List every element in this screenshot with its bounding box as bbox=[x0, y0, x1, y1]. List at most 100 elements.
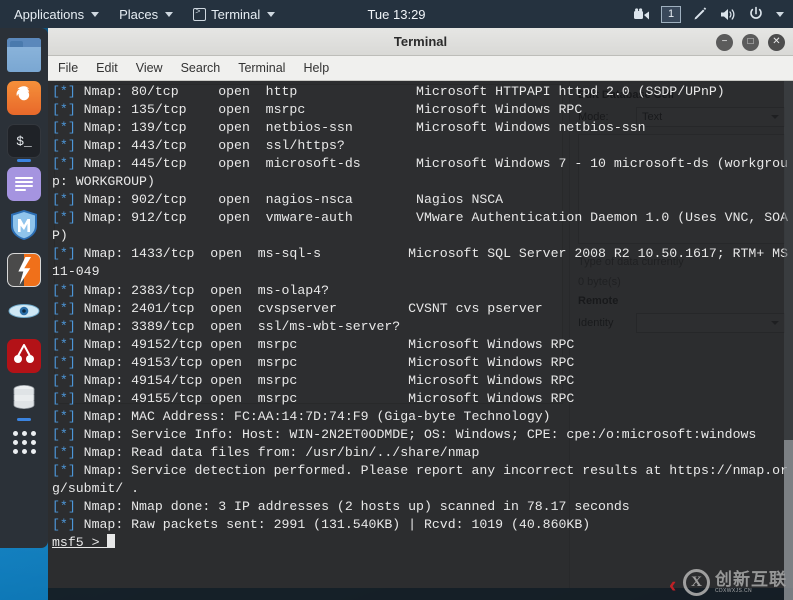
terminal-line: [*] Nmap: 443/tcp open ssl/https? bbox=[52, 137, 793, 155]
terminal-line-text: Nmap: Read data files from: /usr/bin/../… bbox=[75, 444, 480, 460]
terminal-line-tag: [*] bbox=[52, 408, 76, 424]
caret-down-icon bbox=[91, 11, 100, 17]
caret-down-icon bbox=[165, 11, 174, 17]
terminal-menu-bar: File Edit View Search Terminal Help bbox=[48, 56, 793, 81]
volume-icon[interactable] bbox=[715, 0, 741, 28]
workspace-indicator[interactable]: 1 bbox=[661, 5, 681, 23]
menu-file[interactable]: File bbox=[58, 61, 78, 75]
terminal-line: [*] Nmap: Nmap done: 3 IP addresses (2 h… bbox=[52, 498, 793, 516]
terminal-line: [*] Nmap: 49155/tcp open msrpc Microsoft… bbox=[52, 390, 793, 408]
menu-view[interactable]: View bbox=[136, 61, 163, 75]
terminal-line-tag: [*] bbox=[52, 282, 76, 298]
terminal-line-text: Nmap: 139/tcp open netbios-ssn Microsoft… bbox=[75, 120, 646, 136]
dock-item-firefox[interactable] bbox=[7, 81, 41, 115]
watermark-text: 创新互联 CDXWXJS.CN bbox=[715, 571, 787, 594]
terminal-line-text: Nmap: 3389/tcp open ssl/ms-wbt-server? bbox=[75, 318, 401, 334]
terminal-line-text: Nmap: 445/tcp open microsoft-ds Microsof… bbox=[52, 156, 788, 190]
terminal-line: [*] Nmap: Raw packets sent: 2991 (131.54… bbox=[52, 516, 793, 534]
terminal-line-text: Nmap: Service detection performed. Pleas… bbox=[52, 462, 788, 497]
document-lines-icon bbox=[15, 175, 33, 193]
terminal-line-tag: [*] bbox=[52, 444, 76, 460]
terminal-line-tag: [*] bbox=[52, 210, 76, 226]
terminal-line-tag: [*] bbox=[52, 120, 76, 136]
terminal-line-text: Nmap: 2383/tcp open ms-olap4? bbox=[75, 282, 329, 298]
applications-label: Applications bbox=[14, 6, 85, 22]
terminal-line-tag: [*] bbox=[52, 426, 76, 442]
terminal-line-text: Nmap: 902/tcp open nagios-nsca Nagios NS… bbox=[75, 192, 504, 208]
terminal-line-tag: [*] bbox=[52, 499, 76, 515]
top-panel: Applications Places Terminal Tue 13:29 1 bbox=[0, 0, 793, 28]
terminal-output[interactable]: [*] Nmap: 80/tcp open http Microsoft HTT… bbox=[48, 81, 793, 552]
terminal-line-text: Nmap: 49155/tcp open msrpc Microsoft Win… bbox=[75, 390, 575, 406]
menu-edit[interactable]: Edit bbox=[96, 61, 118, 75]
dock-item-files[interactable] bbox=[7, 38, 41, 72]
terminal-line: [*] Nmap: 902/tcp open nagios-nsca Nagio… bbox=[52, 191, 793, 209]
terminal-line-text: Nmap: Nmap done: 3 IP addresses (2 hosts… bbox=[75, 499, 630, 515]
terminal-body[interactable]: [*] Nmap: 80/tcp open http Microsoft HTT… bbox=[48, 81, 793, 600]
terminal-line-tag: [*] bbox=[52, 300, 76, 316]
screen-record-icon[interactable] bbox=[629, 0, 655, 28]
firefox-icon bbox=[12, 84, 36, 113]
terminal-line-text: Nmap: Raw packets sent: 2991 (131.540KB)… bbox=[75, 517, 591, 533]
terminal-line-tag: [*] bbox=[52, 138, 76, 154]
terminal-scrollbar[interactable] bbox=[784, 81, 793, 600]
terminal-line: [*] Nmap: Service Info: Host: WIN-2N2ET0… bbox=[52, 426, 793, 444]
system-menu-caret-icon[interactable] bbox=[771, 0, 787, 28]
dock-item-sqlite-browser[interactable] bbox=[7, 382, 41, 421]
menu-help[interactable]: Help bbox=[303, 61, 329, 75]
terminal-line-text: Nmap: 912/tcp open vmware-auth VMware Au… bbox=[52, 210, 788, 244]
terminal-line: [*] Nmap: 49152/tcp open msrpc Microsoft… bbox=[52, 336, 793, 354]
window-controls: − □ ✕ bbox=[716, 28, 785, 56]
terminal-line-tag: [*] bbox=[52, 390, 76, 406]
dock-item-text-editor[interactable] bbox=[7, 167, 41, 201]
dock-item-show-applications[interactable] bbox=[7, 425, 41, 459]
terminal-icon: $_ bbox=[16, 133, 32, 149]
terminal-line-text: Nmap: 49152/tcp open msrpc Microsoft Win… bbox=[75, 336, 575, 352]
running-indicator bbox=[17, 418, 31, 421]
dock-item-terminal[interactable]: $_ bbox=[7, 124, 41, 162]
terminal-prompt-line[interactable]: msf5 > bbox=[52, 534, 793, 552]
terminal-line: [*] Nmap: MAC Address: FC:AA:14:7D:74:F9… bbox=[52, 408, 793, 426]
menu-terminal-window[interactable]: Terminal bbox=[183, 0, 285, 28]
terminal-line-text: Nmap: 49153/tcp open msrpc Microsoft Win… bbox=[75, 354, 575, 370]
metasploit-shield-icon bbox=[9, 209, 39, 246]
terminal-line: [*] Nmap: 912/tcp open vmware-auth VMwar… bbox=[52, 209, 793, 245]
dock-item-burpsuite[interactable] bbox=[7, 253, 41, 287]
terminal-line-tag: [*] bbox=[52, 246, 76, 262]
terminal-line-tag: [*] bbox=[52, 318, 76, 334]
terminal-line: [*] Nmap: 445/tcp open microsoft-ds Micr… bbox=[52, 155, 793, 191]
menu-search[interactable]: Search bbox=[181, 61, 221, 75]
dock-item-metasploit[interactable] bbox=[7, 209, 41, 246]
close-icon[interactable]: ✕ bbox=[768, 33, 785, 51]
terminal-window[interactable]: Terminal − □ ✕ File Edit View Search Ter… bbox=[48, 28, 793, 600]
terminal-line: [*] Nmap: Service detection performed. P… bbox=[52, 462, 793, 498]
terminal-window-title: Terminal bbox=[393, 34, 448, 49]
terminal-line-text: Nmap: MAC Address: FC:AA:14:7D:74:F9 (Gi… bbox=[75, 408, 551, 424]
menu-applications[interactable]: Applications bbox=[0, 0, 109, 28]
menu-places[interactable]: Places bbox=[109, 0, 183, 28]
panel-status-area: 1 bbox=[629, 0, 787, 28]
terminal-line: [*] Nmap: 2383/tcp open ms-olap4? bbox=[52, 282, 793, 300]
pen-icon[interactable] bbox=[687, 0, 713, 28]
caret-down-icon bbox=[267, 11, 276, 17]
hydra-icon bbox=[12, 342, 36, 371]
terminal-line-tag: [*] bbox=[52, 372, 76, 388]
minimize-icon[interactable]: − bbox=[716, 33, 733, 51]
maximize-icon[interactable]: □ bbox=[742, 33, 759, 51]
terminal-line-text: Nmap: 2401/tcp open cvspserver CVSNT cvs… bbox=[75, 300, 543, 316]
left-dock: $_ bbox=[0, 28, 48, 548]
terminal-line: [*] Nmap: 80/tcp open http Microsoft HTT… bbox=[52, 83, 793, 101]
running-indicator bbox=[17, 159, 31, 162]
watermark-en: CDXWXJS.CN bbox=[715, 587, 753, 594]
power-icon[interactable] bbox=[743, 0, 769, 28]
terminal-line: [*] Nmap: 2401/tcp open cvspserver CVSNT… bbox=[52, 300, 793, 318]
database-icon bbox=[9, 382, 39, 417]
terminal-title-bar[interactable]: Terminal − □ ✕ bbox=[48, 28, 793, 56]
dock-item-hydra[interactable] bbox=[7, 339, 41, 373]
terminal-line-text: Nmap: Service Info: Host: WIN-2N2ET0ODMD… bbox=[75, 426, 757, 442]
watermark-red-mark: ‹ bbox=[669, 572, 677, 597]
terminal-line-tag: [*] bbox=[52, 84, 76, 99]
watermark-cn: 创新互联 bbox=[715, 569, 787, 589]
dock-item-wireshark[interactable] bbox=[7, 296, 41, 330]
menu-terminal[interactable]: Terminal bbox=[238, 61, 285, 75]
